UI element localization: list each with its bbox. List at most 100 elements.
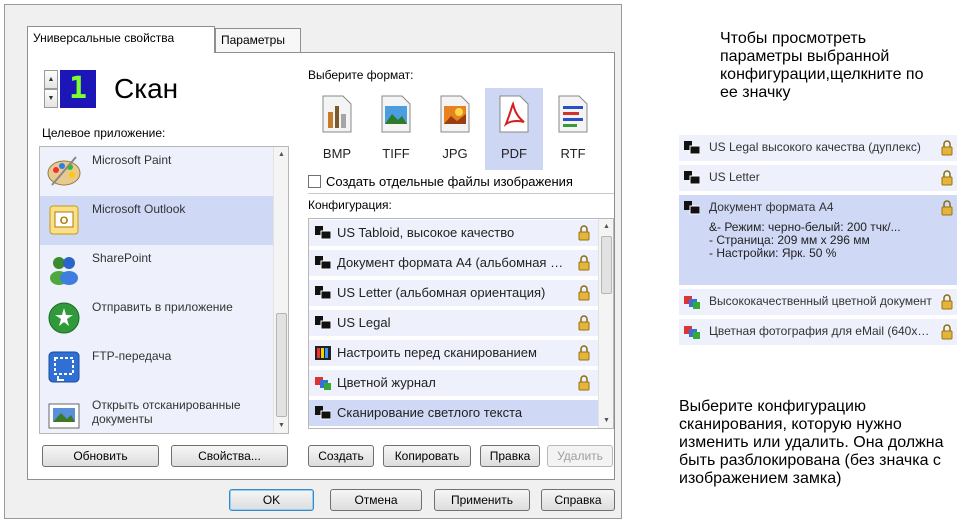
config-label: Цветная фотография для eMail (640x480) xyxy=(709,324,933,338)
bmp-icon xyxy=(322,95,352,133)
format-option-pdf[interactable]: PDF xyxy=(485,88,543,170)
list-item[interactable]: US Legal высокого качества (дуплекс) xyxy=(679,135,957,161)
jpg-icon xyxy=(440,95,470,133)
app-label: Открыть отсканированные документы xyxy=(92,398,241,426)
format-label-text: BMP xyxy=(322,146,352,161)
scroll-down-icon[interactable]: ▼ xyxy=(599,413,613,428)
tab-universal-properties[interactable]: Универсальные свойства xyxy=(27,26,215,53)
config-label: US Letter xyxy=(709,170,760,184)
lock-icon xyxy=(941,200,953,216)
scroll-up-icon[interactable]: ▲ xyxy=(599,219,613,234)
list-item-microsoft-outlook[interactable]: O Microsoft Outlook xyxy=(40,196,273,245)
target-app-list[interactable]: Microsoft Paint O Microsoft Outlook Shar… xyxy=(39,146,289,434)
list-item-a4-landscape[interactable]: Документ формата A4 (альбомная ориентаци… xyxy=(309,250,598,276)
bw-scanner-icon xyxy=(684,201,700,215)
format-option-rtf[interactable]: RTF xyxy=(544,88,602,170)
scroll-up-icon[interactable]: ▲ xyxy=(274,147,288,162)
spinner-up-button[interactable]: ▲ xyxy=(44,70,58,89)
ftp-icon xyxy=(48,351,80,383)
format-label: Выберите формат: xyxy=(308,68,414,82)
config-label: Цветной журнал xyxy=(337,375,436,390)
format-label-text: JPG xyxy=(442,146,468,161)
list-item-us-tabloid[interactable]: US Tabloid, высокое качество xyxy=(309,220,598,246)
app-label: SharePoint xyxy=(92,251,152,265)
edit-button[interactable]: Правка xyxy=(480,445,540,467)
lock-icon xyxy=(941,294,953,310)
list-item-selected-config-details[interactable]: Документ формата A4 &- Режим: черно-белы… xyxy=(679,195,957,285)
apply-button[interactable]: Применить xyxy=(434,489,530,511)
list-item[interactable]: Цветная фотография для eMail (640x480) xyxy=(679,319,957,345)
format-label-text: PDF xyxy=(501,146,527,161)
list-item-sharepoint[interactable]: SharePoint xyxy=(40,245,273,294)
configuration-scrollbar[interactable]: ▲ ▼ xyxy=(598,219,613,428)
lock-icon xyxy=(941,140,953,156)
help-button[interactable]: Справка xyxy=(541,489,615,511)
bottom-instruction-text: Выберите конфигурацию сканирования, кото… xyxy=(679,398,944,487)
list-item-configure-before-scan[interactable]: Настроить перед сканированием xyxy=(309,340,598,366)
lock-icon xyxy=(578,315,590,331)
bw-scanner-icon xyxy=(315,406,331,420)
list-item-light-text-scan[interactable]: Сканирование светлого текста xyxy=(309,400,598,426)
rtf-icon xyxy=(558,95,588,133)
config-label: US Letter (альбомная ориентация) xyxy=(337,285,546,300)
format-option-jpg[interactable]: JPG xyxy=(426,88,484,170)
outlook-icon: O xyxy=(49,205,79,235)
list-item-us-legal[interactable]: US Legal xyxy=(309,310,598,336)
config-label: Настроить перед сканированием xyxy=(337,345,537,360)
config-label: Документ формата A4 (альбомная ориентаци… xyxy=(337,255,567,270)
list-item-microsoft-paint[interactable]: Microsoft Paint xyxy=(40,147,273,196)
app-label: FTP-передача xyxy=(92,349,172,363)
color-scanner-icon xyxy=(315,377,331,390)
target-app-scrollbar[interactable]: ▲ ▼ xyxy=(273,147,288,433)
color-scanner-icon xyxy=(684,296,700,309)
scroll-down-icon[interactable]: ▼ xyxy=(274,418,288,433)
scroll-thumb[interactable] xyxy=(601,236,612,294)
scan-name: Скан xyxy=(114,73,179,104)
config-label: Документ формата A4 xyxy=(709,200,834,214)
refresh-button[interactable]: Обновить xyxy=(42,445,159,467)
properties-button[interactable]: Свойства... xyxy=(171,445,288,467)
list-item-color-magazine[interactable]: Цветной журнал xyxy=(309,370,598,396)
lock-icon xyxy=(941,170,953,186)
list-item-us-letter-landscape[interactable]: US Letter (альбомная ориентация) xyxy=(309,280,598,306)
lock-icon xyxy=(578,285,590,301)
config-label: US Legal xyxy=(337,315,391,330)
lock-icon xyxy=(578,375,590,391)
format-option-tiff[interactable]: TIFF xyxy=(367,88,425,170)
cancel-button[interactable]: Отмена xyxy=(330,489,422,511)
configuration-list[interactable]: US Tabloid, высокое качество Документ фо… xyxy=(308,218,614,429)
spinner-down-button[interactable]: ▼ xyxy=(44,89,58,108)
list-item-send-to-app[interactable]: Отправить в приложение xyxy=(40,294,273,343)
list-item[interactable]: US Letter xyxy=(679,165,957,191)
list-item-ftp-transfer[interactable]: FTP-передача xyxy=(40,343,273,392)
bw-scanner-icon xyxy=(315,316,331,330)
lock-icon xyxy=(941,324,953,340)
format-option-bmp[interactable]: BMP xyxy=(308,88,366,170)
bw-scanner-icon xyxy=(315,286,331,300)
copy-button[interactable]: Копировать xyxy=(383,445,471,467)
ok-button[interactable]: OK xyxy=(229,489,314,511)
top-instruction-text: Чтобы просмотреть параметры выбранной ко… xyxy=(720,30,924,101)
tab-parameters[interactable]: Параметры xyxy=(215,28,301,52)
list-item[interactable]: Высококачественный цветной документ xyxy=(679,289,957,315)
delete-button[interactable]: Удалить xyxy=(547,445,613,467)
separate-files-checkbox[interactable] xyxy=(308,175,321,188)
config-label: Сканирование светлого текста xyxy=(337,405,523,420)
paint-palette-icon xyxy=(47,156,81,186)
separate-files-label: Создать отдельные файлы изображения xyxy=(326,174,573,189)
config-label: Высококачественный цветной документ xyxy=(709,294,932,308)
tiff-icon xyxy=(381,95,411,133)
create-button[interactable]: Создать xyxy=(308,445,374,467)
configuration-label: Конфигурация: xyxy=(308,198,392,212)
color-scanner-icon xyxy=(684,326,700,339)
scroll-thumb[interactable] xyxy=(276,313,287,417)
sharepoint-icon xyxy=(50,257,78,285)
app-label: Отправить в приложение xyxy=(92,300,233,314)
tab-label: Универсальные свойства xyxy=(33,31,175,45)
svg-text:O: O xyxy=(60,215,69,227)
format-label-text: TIFF xyxy=(382,146,410,161)
format-label-text: RTF xyxy=(560,146,586,161)
lock-icon xyxy=(578,255,590,271)
config-label: US Legal высокого качества (дуплекс) xyxy=(709,140,921,154)
list-item-open-scanned-documents[interactable]: Открыть отсканированные документы xyxy=(40,392,273,433)
